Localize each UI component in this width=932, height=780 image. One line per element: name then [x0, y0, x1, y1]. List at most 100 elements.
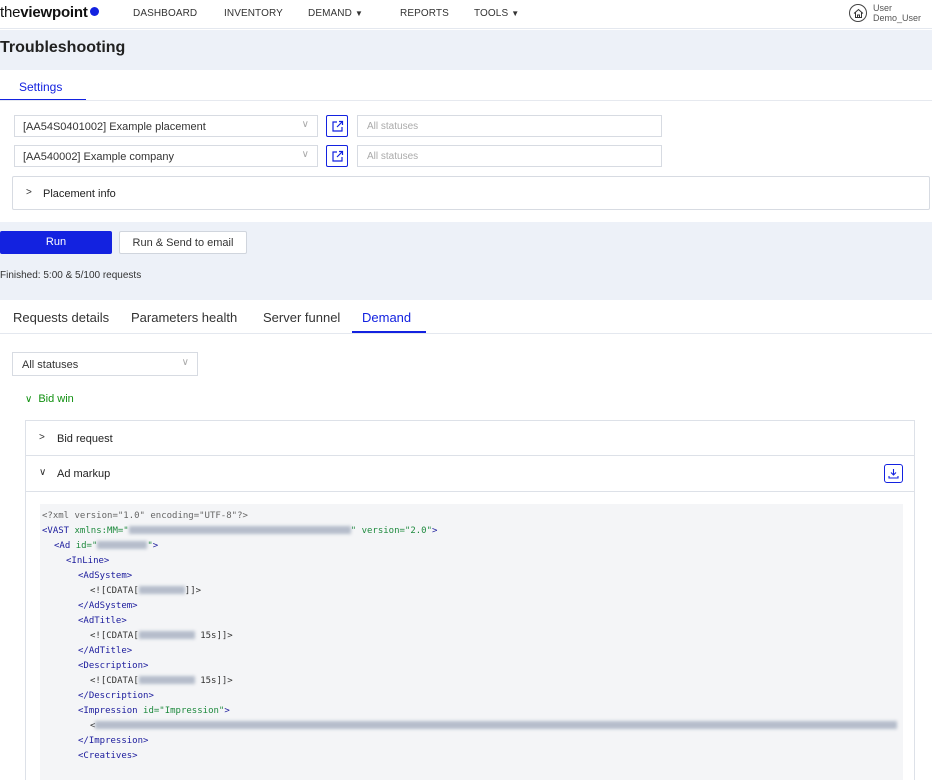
code-line: <![CDATA[ ]]> — [90, 584, 201, 599]
code-line: <![CDATA[ 15s]]> — [90, 674, 233, 689]
run-send-email-button[interactable]: Run & Send to email — [119, 231, 247, 254]
placement-info-toggle[interactable]: > Placement info — [12, 176, 930, 210]
redacted-value — [97, 541, 148, 549]
code-adtitle-open: <AdTitle> — [78, 616, 127, 626]
code-line: <![CDATA[ 15s]]> — [90, 629, 233, 644]
settings-panel: Settings [AA54S0401002] Example placemen… — [0, 70, 932, 222]
code-line: <Impression id="Impression"> — [78, 706, 230, 716]
active-tab-indicator — [352, 331, 426, 333]
page-title: Troubleshooting — [0, 39, 126, 56]
code-description-close: </Description> — [78, 691, 154, 701]
bid-win-toggle[interactable]: ∨ Bid win — [25, 393, 74, 405]
code-adtitle-suffix: 15s]]> — [194, 631, 233, 641]
tab-settings-label: Settings — [19, 80, 63, 94]
tab-demand[interactable]: Demand — [362, 310, 411, 325]
nav-reports[interactable]: REPORTS — [400, 8, 449, 19]
external-link-icon[interactable] — [326, 115, 348, 137]
code-adtitle-close: </AdTitle> — [78, 646, 133, 656]
code-description-suffix: 15s]]> — [194, 676, 233, 686]
code-creatives-open: <Creatives> — [78, 751, 138, 761]
top-nav: theviewpoint DASHBOARD INVENTORY DEMAND ▼… — [0, 0, 932, 29]
nav-dashboard-label: DASHBOARD — [133, 8, 198, 19]
code-vast-version: "2.0" — [404, 526, 433, 536]
placement-status-field[interactable]: All statuses — [357, 115, 662, 137]
company-select[interactable]: [AA540002] Example company ∨ — [14, 145, 318, 167]
placement-select-value: [AA54S0401002] Example placement — [23, 121, 206, 133]
redacted-value — [138, 676, 195, 684]
run-button-label: Run — [45, 236, 67, 248]
code-line: </AdTitle> — [78, 644, 132, 659]
caret-down-icon: ▼ — [511, 9, 520, 18]
code-description-open: <Description> — [78, 661, 149, 671]
download-icon[interactable] — [884, 464, 903, 483]
code-vast-open: <VAST — [42, 526, 70, 536]
bid-request-label: Bid request — [57, 433, 113, 445]
chevron-down-icon: ∨ — [301, 149, 309, 160]
nav-demand[interactable]: DEMAND ▼ — [308, 8, 363, 19]
external-link-icon[interactable] — [326, 145, 348, 167]
status-filter-select[interactable]: All statuses ∨ — [12, 352, 198, 376]
code-line: <Creatives> — [78, 749, 138, 764]
company-status-placeholder: All statuses — [367, 151, 419, 162]
code-line: <AdSystem> — [78, 569, 132, 584]
redacted-value — [95, 721, 898, 729]
ad-markup-code: <?xml version="1.0" encoding="UTF-8"?> <… — [40, 504, 903, 780]
chevron-right-icon: > — [26, 187, 32, 198]
user-menu[interactable]: User Demo_User — [873, 3, 921, 23]
chevron-down-icon: ∨ — [301, 119, 309, 130]
nav-dashboard[interactable]: DASHBOARD — [133, 8, 197, 19]
run-button[interactable]: Run — [0, 231, 112, 254]
nav-tools[interactable]: TOOLS ▼ — [474, 8, 519, 19]
nav-inventory[interactable]: INVENTORY — [224, 8, 283, 19]
tab-requests-details[interactable]: Requests details — [13, 310, 109, 325]
redacted-value — [138, 631, 195, 639]
logo-pre: the — [0, 4, 21, 21]
result-tabs: Requests details Parameters health Serve… — [0, 300, 932, 334]
code-cdata-open: <![CDATA[ — [90, 586, 139, 596]
placement-select[interactable]: [AA54S0401002] Example placement ∨ — [14, 115, 318, 137]
code-line: <Description> — [78, 659, 148, 674]
code-impression-open: <Impression — [78, 706, 138, 716]
code-adsystem-close: </AdSystem> — [78, 601, 138, 611]
finished-status: Finished: 5:00 & 5/100 requests — [0, 270, 142, 281]
tab-parameters-health[interactable]: Parameters health — [131, 310, 237, 325]
code-cdata-close: ]]> — [184, 586, 202, 596]
nav-tools-label: TOOLS — [474, 8, 509, 19]
chevron-down-icon: ∨ — [39, 467, 47, 478]
ad-markup-toggle[interactable]: ∨ Ad markup — [26, 456, 914, 492]
code-ad-open: <Ad — [54, 541, 71, 551]
code-vast-xmlns: xmlns:MM= — [74, 526, 124, 536]
user-label: User — [873, 3, 893, 13]
code-ad-id-attr: id= — [75, 541, 92, 551]
code-xml-declaration: <?xml version="1.0" encoding="UTF-8"?> — [42, 511, 248, 521]
logo-dot-icon — [89, 7, 99, 16]
bid-win-label: Bid win — [38, 393, 74, 405]
code-line: </Description> — [78, 689, 154, 704]
code-line: < — [90, 719, 898, 734]
code-line: <AdTitle> — [78, 614, 127, 629]
tab-settings[interactable]: Settings — [0, 70, 86, 101]
tab-server-funnel[interactable]: Server funnel — [263, 310, 340, 325]
code-inline-open: <InLine> — [66, 556, 110, 566]
placement-status-placeholder: All statuses — [367, 121, 419, 132]
divider — [0, 100, 932, 101]
caret-down-icon: ▼ — [354, 9, 363, 18]
code-cdata-open: <![CDATA[ — [90, 676, 139, 686]
code-line: <?xml version="1.0" encoding="UTF-8"?> — [42, 509, 248, 524]
redacted-value — [138, 586, 185, 594]
code-impression-close: </Impression> — [78, 736, 149, 746]
bid-request-toggle[interactable]: > Bid request — [26, 421, 914, 456]
nav-demand-label: DEMAND — [308, 8, 352, 19]
company-select-value: [AA540002] Example company — [23, 151, 175, 163]
status-filter-value: All statuses — [22, 359, 79, 371]
code-adsystem-open: <AdSystem> — [78, 571, 133, 581]
home-icon[interactable] — [849, 4, 867, 22]
code-line: <VAST xmlns:MM=" " version="2.0"> — [42, 526, 438, 536]
nav-reports-label: REPORTS — [400, 8, 449, 19]
code-impression-id-attr: id= — [143, 706, 160, 716]
code-cdata-open: <![CDATA[ — [90, 631, 139, 641]
chevron-down-icon: ∨ — [181, 357, 189, 368]
logo[interactable]: theviewpoint — [0, 4, 99, 21]
redacted-value — [128, 526, 351, 534]
company-status-field[interactable]: All statuses — [357, 145, 662, 167]
